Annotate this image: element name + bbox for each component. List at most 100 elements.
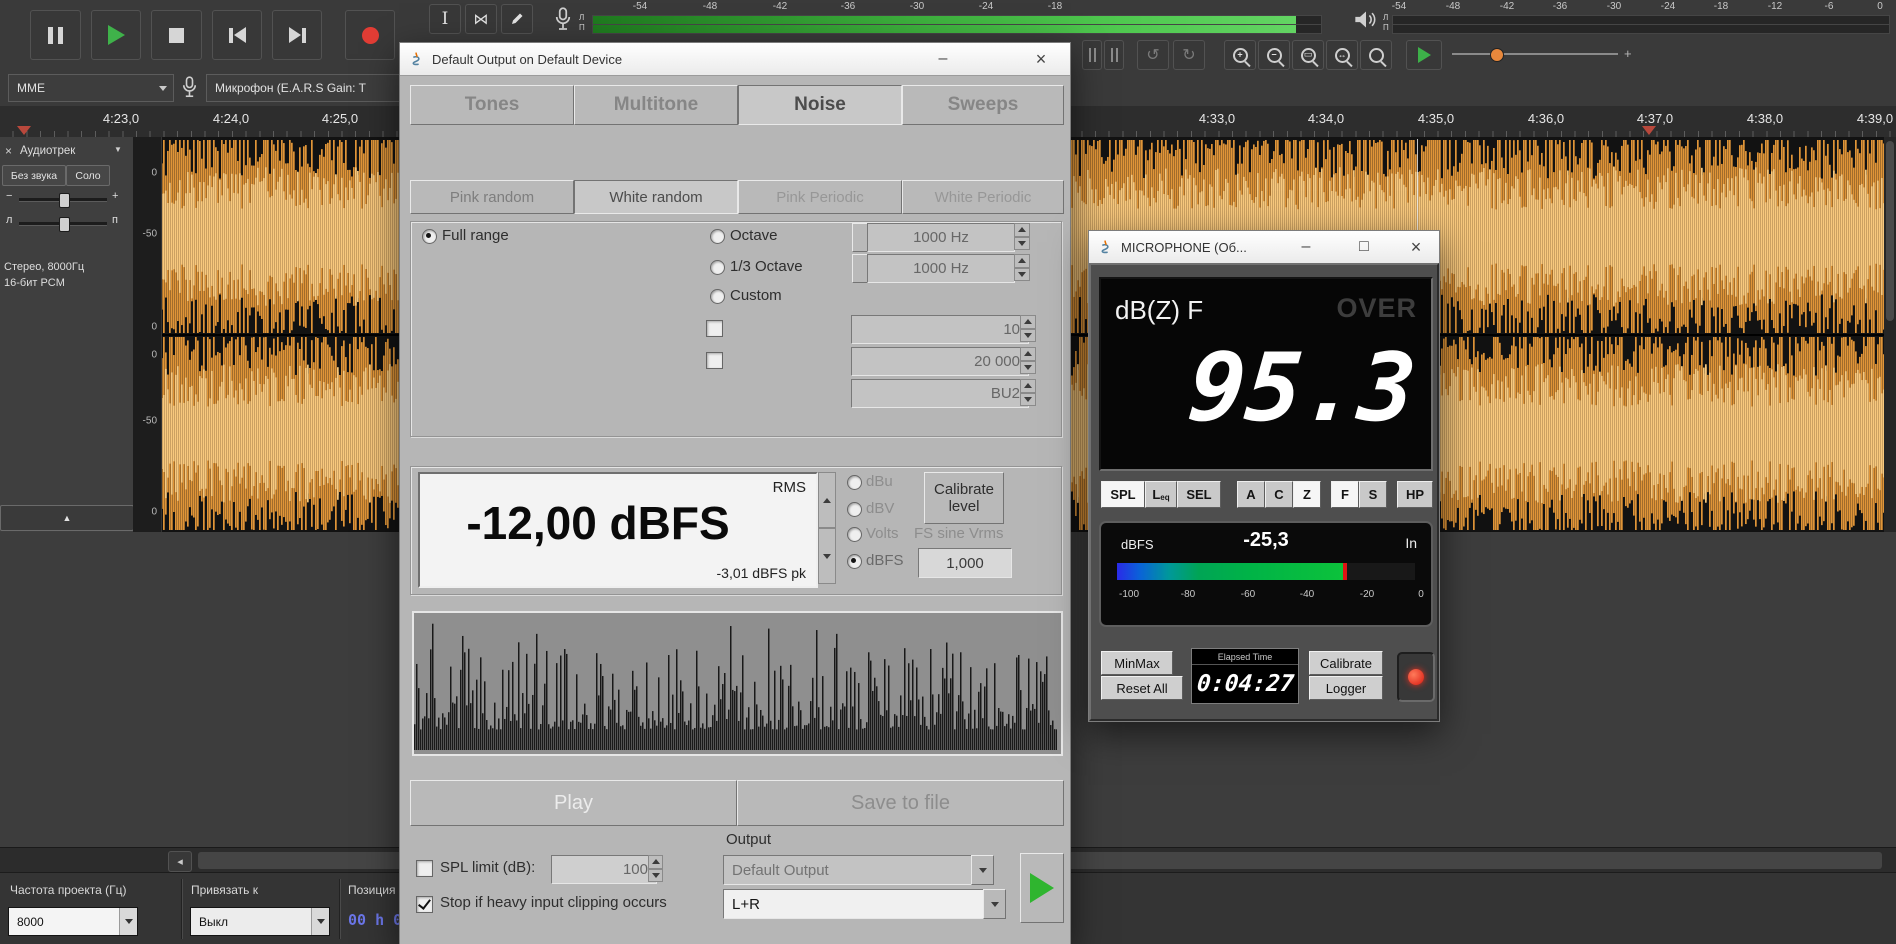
high-frequency-field[interactable]: 20 000 — [851, 347, 1029, 376]
position-value[interactable]: 00 h 0 — [348, 911, 402, 929]
vertical-scale-ruler[interactable]: 0-500 0-500 — [133, 137, 162, 532]
subtab-pink-random[interactable]: Pink random — [410, 180, 574, 214]
leq-key[interactable]: L eq — [1145, 481, 1177, 508]
dbu-radio[interactable] — [847, 475, 862, 490]
gain-slider-thumb[interactable] — [59, 193, 70, 208]
low-frequency-spinner[interactable] — [1020, 315, 1036, 342]
subtab-white-random[interactable]: White random — [574, 180, 738, 214]
snap-to-select[interactable]: Выкл — [190, 907, 330, 936]
full-range-radio[interactable] — [422, 229, 437, 244]
minimize-button[interactable]: – — [928, 47, 958, 71]
redo-button[interactable]: ↻ — [1173, 40, 1205, 70]
fs-sine-field[interactable]: 1,000 — [918, 548, 1012, 578]
spl-key[interactable]: SPL — [1101, 481, 1145, 508]
rec-meter-bar-right[interactable] — [592, 24, 1322, 34]
pan-slider[interactable] — [19, 222, 107, 226]
zoom-toggle-button[interactable] — [1360, 40, 1392, 70]
minimize-button[interactable]: – — [1291, 235, 1321, 259]
pause-button[interactable] — [30, 10, 81, 60]
mute-button[interactable]: Без звука — [2, 165, 66, 186]
play-speed-slider[interactable] — [1452, 53, 1618, 55]
third-octave-frequency-field[interactable]: 1000 Hz — [867, 254, 1015, 283]
save-to-file-button[interactable]: Save to file — [737, 780, 1064, 826]
collapse-track-button[interactable]: ▲ — [0, 505, 134, 531]
toolbar-grabber[interactable] — [1104, 40, 1124, 70]
c-weighting-key[interactable]: C — [1265, 481, 1293, 508]
stop-button[interactable] — [151, 10, 202, 60]
vertical-scrollbar[interactable] — [1884, 137, 1896, 532]
output-device-select[interactable]: Default Output — [723, 855, 973, 885]
maximize-button[interactable]: □ — [1349, 235, 1379, 259]
track-close-icon[interactable]: × — [5, 144, 12, 158]
generator-titlebar[interactable]: Default Output on Default Device – × — [400, 43, 1070, 76]
audio-host-select[interactable]: MME — [8, 74, 174, 102]
track-menu-icon[interactable]: ▼ — [114, 145, 122, 154]
spl-meter-titlebar[interactable]: MICROPHONE (Об... – □ × — [1089, 231, 1439, 264]
output-device-dropdown-button[interactable] — [971, 855, 994, 885]
high-frequency-checkbox[interactable] — [706, 352, 723, 369]
tab-multitone[interactable]: Multitone — [574, 85, 738, 125]
low-frequency-checkbox[interactable] — [706, 320, 723, 337]
solo-button[interactable]: Соло — [66, 165, 110, 186]
z-weighting-key[interactable]: Z — [1293, 481, 1321, 508]
slow-key[interactable]: S — [1359, 481, 1387, 508]
scroll-left-button[interactable]: ◂ — [168, 851, 192, 872]
tab-noise[interactable]: Noise — [738, 85, 902, 125]
dbv-radio[interactable] — [847, 502, 862, 517]
octave-stepper-button[interactable] — [852, 223, 868, 252]
low-frequency-field[interactable]: 10 — [851, 315, 1029, 344]
subtab-pink-periodic[interactable]: Pink Periodic — [738, 180, 902, 214]
stop-clipping-checkbox[interactable] — [416, 896, 433, 913]
fast-key[interactable]: F — [1331, 481, 1359, 508]
minmax-button[interactable]: MinMax — [1101, 651, 1173, 675]
zoom-in-button[interactable]: + — [1224, 40, 1256, 70]
pan-slider-thumb[interactable] — [59, 217, 70, 232]
tab-sweeps[interactable]: Sweeps — [902, 85, 1064, 125]
octave-frequency-field[interactable]: 1000 Hz — [867, 223, 1015, 252]
record-button[interactable] — [345, 10, 395, 60]
timeline-marker-icon[interactable] — [17, 126, 31, 135]
play-at-speed-button[interactable] — [1406, 40, 1442, 70]
sel-key[interactable]: SEL — [1177, 481, 1221, 508]
level-spinner[interactable] — [818, 472, 836, 584]
subtab-white-periodic[interactable]: White Periodic — [902, 180, 1064, 214]
skip-end-button[interactable] — [272, 10, 322, 60]
octave-spinner[interactable] — [1014, 223, 1030, 250]
spl-limit-checkbox[interactable] — [416, 860, 433, 877]
track-title[interactable]: Аудиотрек — [20, 145, 75, 157]
logger-button[interactable]: Logger — [1309, 676, 1383, 700]
undo-button[interactable]: ↺ — [1137, 40, 1169, 70]
toolbar-grabber[interactable] — [1082, 40, 1102, 70]
calibrate-button[interactable]: Calibrate — [1309, 651, 1383, 675]
tab-tones[interactable]: Tones — [410, 85, 574, 125]
generator-play-button[interactable]: Play — [410, 780, 737, 826]
spl-limit-spinner[interactable] — [648, 855, 663, 882]
channel-dropdown-button[interactable] — [983, 889, 1006, 919]
dbfs-radio[interactable] — [847, 554, 862, 569]
third-octave-stepper-button[interactable] — [852, 254, 868, 283]
zoom-selection-button[interactable]: ▭ — [1292, 40, 1324, 70]
close-button[interactable]: × — [1026, 47, 1056, 71]
file-name-spinner[interactable] — [1020, 379, 1036, 406]
reset-all-button[interactable]: Reset All — [1101, 676, 1183, 700]
record-led-button[interactable] — [1397, 652, 1435, 702]
close-button[interactable]: × — [1401, 235, 1431, 259]
third-octave-spinner[interactable] — [1014, 254, 1030, 281]
spl-limit-field[interactable]: 100 — [551, 855, 657, 884]
volts-radio[interactable] — [847, 527, 862, 542]
gain-slider[interactable] — [19, 198, 107, 202]
channel-select[interactable]: L+R — [723, 889, 985, 919]
octave-radio[interactable] — [710, 229, 725, 244]
timeline-marker-icon[interactable] — [1642, 126, 1656, 135]
custom-radio[interactable] — [710, 289, 725, 304]
play-meter-bar-right[interactable] — [1392, 24, 1890, 34]
project-rate-select[interactable]: 8000 — [8, 907, 138, 936]
hp-filter-key[interactable]: HP — [1397, 481, 1433, 508]
high-frequency-spinner[interactable] — [1020, 347, 1036, 374]
file-name-field[interactable]: BU2 — [851, 379, 1029, 408]
vertical-scrollbar-thumb[interactable] — [1886, 141, 1894, 321]
play-button[interactable] — [91, 10, 141, 60]
calibrate-level-button[interactable]: Calibrate level — [924, 472, 1004, 524]
play-speed-slider-thumb[interactable] — [1490, 48, 1504, 62]
a-weighting-key[interactable]: A — [1237, 481, 1265, 508]
